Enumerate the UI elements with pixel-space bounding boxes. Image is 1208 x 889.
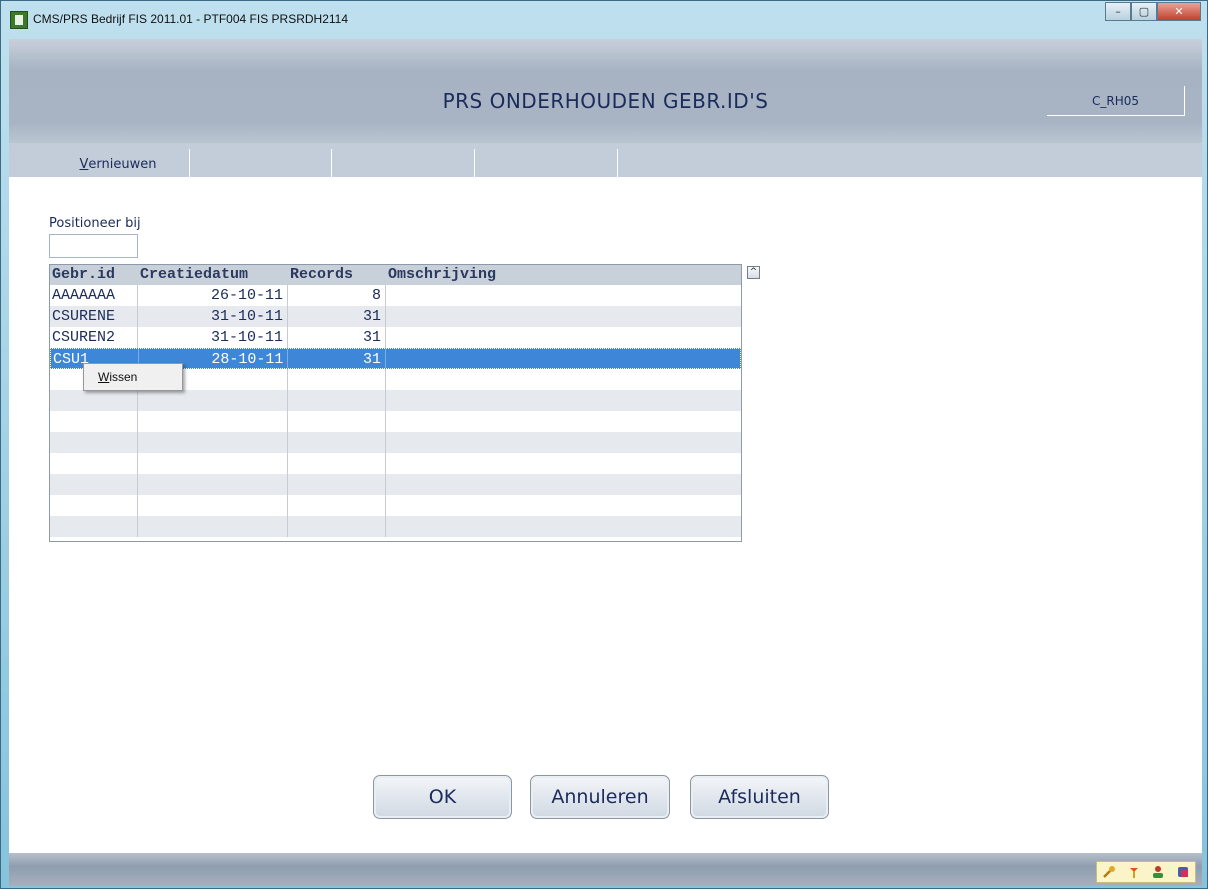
position-label: Positioneer bij (49, 216, 141, 231)
page-title: PRS ONDERHOUDEN GEBR.ID'S (442, 89, 769, 113)
status-bar (9, 853, 1202, 886)
menu-slot-empty-3 (475, 149, 618, 179)
user-icon[interactable] (1151, 865, 1165, 879)
close-button[interactable]: Afsluiten (690, 775, 829, 819)
empty-row (50, 453, 741, 474)
empty-row (50, 390, 741, 411)
cancel-button[interactable]: Annuleren (530, 775, 670, 819)
menu-label: issen (109, 370, 138, 384)
caption-buttons: – ▢ ✕ (1105, 2, 1201, 21)
empty-row (50, 411, 741, 432)
app-icon (10, 11, 28, 29)
cell-omschrijving (386, 306, 741, 327)
table-row[interactable]: CSUREN2 31-10-11 31 (50, 327, 741, 348)
empty-row (50, 516, 741, 537)
screen-code: C_RH05 (1047, 86, 1185, 116)
cell-gebr-id: CSURENE (50, 306, 138, 327)
cell-creatiedatum: 31-10-11 (138, 306, 288, 327)
wrench-icon[interactable] (1102, 865, 1116, 879)
cell-gebr-id: AAAAAAA (50, 285, 138, 306)
grid-header: Gebr.id Creatiedatum Records Omschrijvin… (50, 265, 741, 285)
client-area: PRS ONDERHOUDEN GEBR.ID'S C_RH05 Vernieu… (9, 39, 1202, 886)
minimize-button[interactable]: – (1105, 2, 1131, 21)
position-input[interactable] (49, 234, 138, 258)
maximize-button[interactable]: ▢ (1131, 2, 1157, 21)
context-menu: Wissen (83, 363, 183, 391)
table-row[interactable]: AAAAAAA 26-10-11 8 (50, 285, 741, 306)
menu-label: ernieuwen (88, 156, 157, 172)
menu-slot-empty-2 (332, 149, 475, 179)
empty-row (50, 432, 741, 453)
window-title: CMS/PRS Bedrijf FIS 2011.01 - PTF004 FIS… (33, 12, 349, 26)
menu-accelerator: V (79, 156, 89, 172)
cell-records: 31 (288, 349, 387, 368)
title-bar[interactable]: CMS/PRS Bedrijf FIS 2011.01 - PTF004 FIS… (1, 1, 1207, 39)
cell-creatiedatum: 31-10-11 (138, 327, 288, 348)
scroll-up-button[interactable]: ^ (747, 266, 760, 279)
menu-item-vernieuwen[interactable]: Vernieuwen (47, 149, 190, 179)
close-window-button[interactable]: ✕ (1157, 2, 1201, 21)
table-row[interactable]: CSURENE 31-10-11 31 (50, 306, 741, 327)
database-icon[interactable] (1176, 865, 1190, 879)
empty-row (50, 495, 741, 516)
col-header-omschrijving[interactable]: Omschrijving (386, 265, 741, 285)
cell-creatiedatum: 26-10-11 (138, 285, 288, 306)
menu-accelerator: W (98, 370, 110, 384)
cell-omschrijving (386, 349, 740, 368)
context-menu-item-wissen[interactable]: Wissen (84, 364, 182, 384)
col-header-gebr-id[interactable]: Gebr.id (50, 265, 138, 285)
col-header-creatiedatum[interactable]: Creatiedatum (138, 265, 288, 285)
ok-button[interactable]: OK (373, 775, 512, 819)
pointer-icon[interactable] (1127, 865, 1141, 879)
cell-omschrijving (386, 327, 741, 348)
empty-row (50, 474, 741, 495)
cell-omschrijving (386, 285, 741, 306)
tray-icons (1096, 861, 1196, 883)
application-window: CMS/PRS Bedrijf FIS 2011.01 - PTF004 FIS… (0, 0, 1208, 889)
menu-slot-empty-1 (190, 149, 332, 179)
header-band: PRS ONDERHOUDEN GEBR.ID'S C_RH05 (9, 39, 1202, 143)
cell-records: 8 (288, 285, 386, 306)
col-header-records[interactable]: Records (288, 265, 386, 285)
menu-bar: Vernieuwen (9, 143, 1202, 179)
cell-records: 31 (288, 306, 386, 327)
cell-records: 31 (288, 327, 386, 348)
users-grid[interactable]: Gebr.id Creatiedatum Records Omschrijvin… (49, 264, 742, 542)
cell-gebr-id: CSUREN2 (50, 327, 138, 348)
